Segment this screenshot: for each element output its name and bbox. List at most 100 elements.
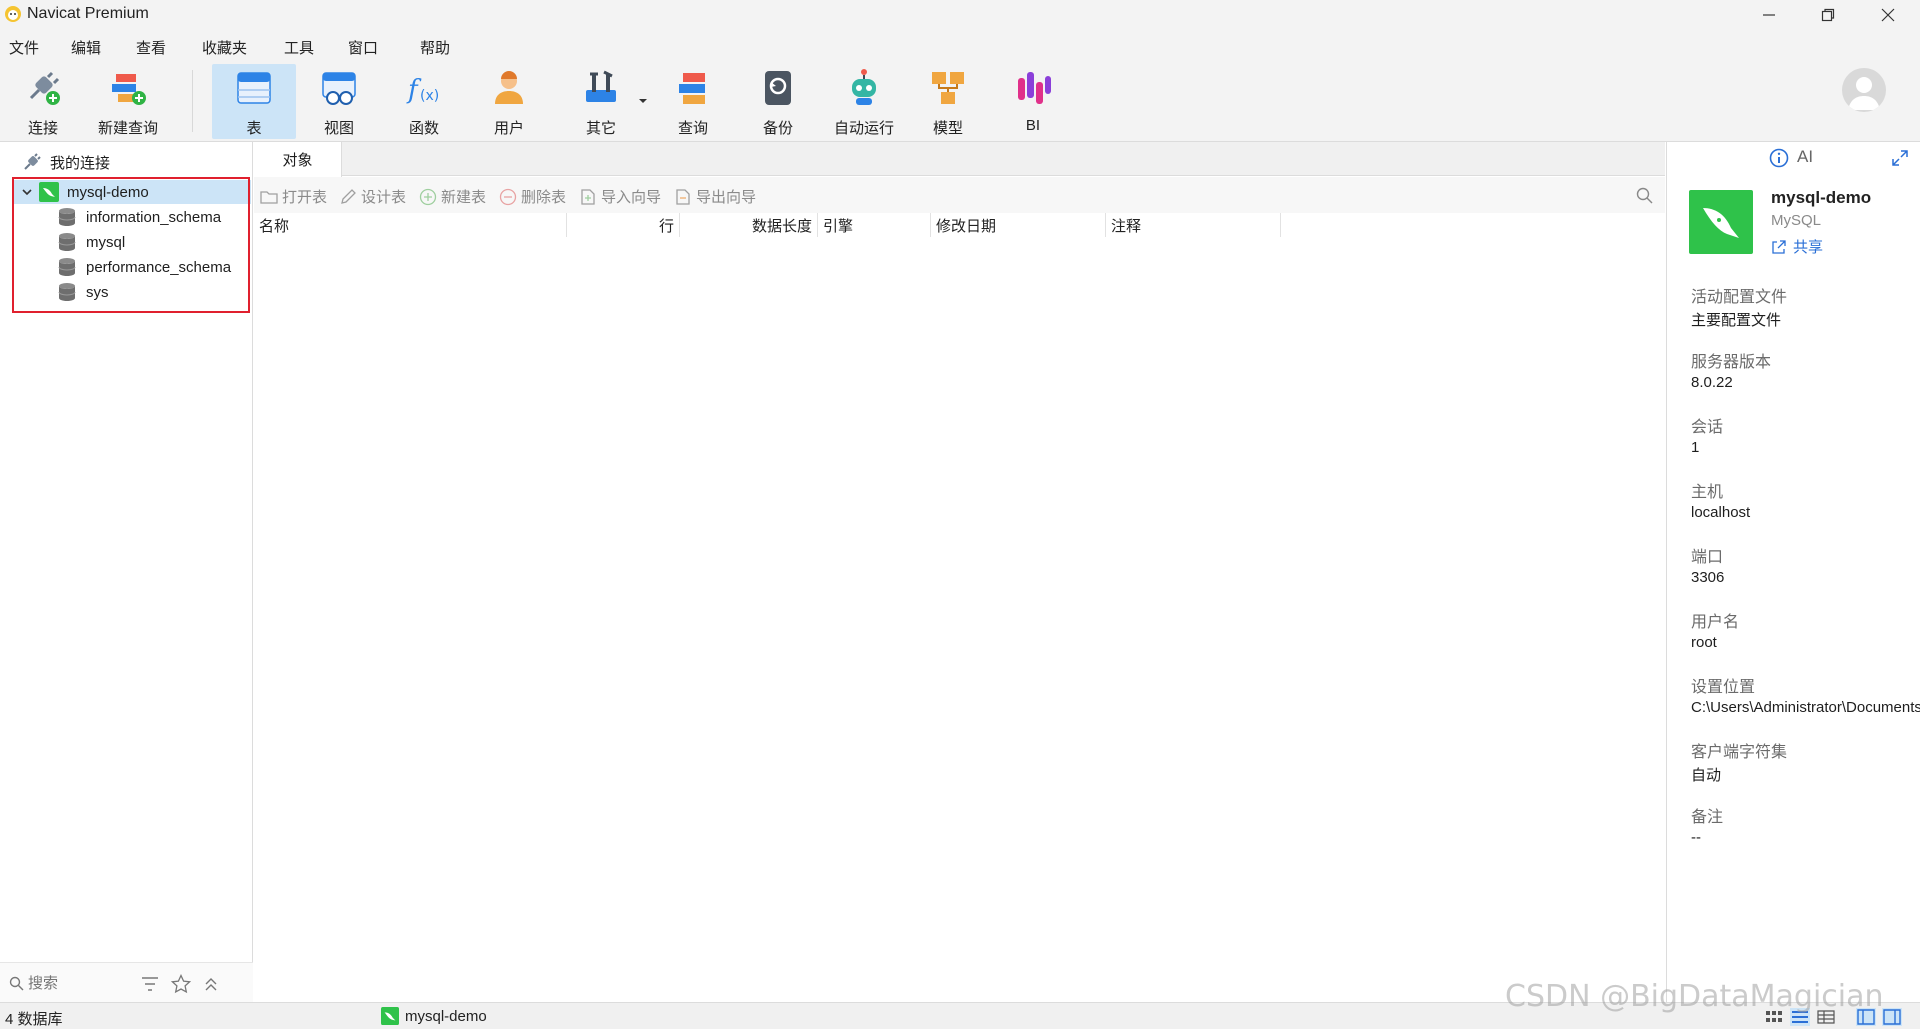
menu-view[interactable]: 查看 xyxy=(136,37,166,58)
restore-icon xyxy=(1821,8,1835,21)
minimize-button[interactable] xyxy=(1741,0,1797,29)
navigator-search-input[interactable] xyxy=(28,972,128,994)
pencil-icon xyxy=(341,188,356,204)
user-label: 用户 xyxy=(493,120,524,137)
ai-tab[interactable]: AI xyxy=(1797,147,1813,167)
field-value: C:\Users\Administrator\Documents xyxy=(1691,699,1920,716)
design-table-label: 设计表 xyxy=(361,189,407,206)
new-table-label: 新建表 xyxy=(441,189,487,206)
field-label: 客户端字符集 xyxy=(1691,744,1788,761)
view-label: 视图 xyxy=(323,120,354,137)
title-bar: Navicat Premium xyxy=(0,0,1920,29)
model-button[interactable]: 模型 xyxy=(915,64,981,139)
import-wizard-button[interactable]: 导入向导 xyxy=(579,186,661,207)
my-connections-group[interactable]: 我的连接 xyxy=(22,150,110,174)
mysql-logo xyxy=(1689,190,1753,254)
object-toolbar: 打开表 设计表 新建表 删除表 导入向导 导出向导 xyxy=(254,177,1665,213)
account-avatar[interactable] xyxy=(1842,68,1886,112)
user-button[interactable]: 用户 xyxy=(476,64,542,139)
tools-icon xyxy=(586,70,616,102)
delete-table-button[interactable]: 删除表 xyxy=(499,186,566,207)
close-button[interactable] xyxy=(1860,0,1916,29)
field-value: localhost xyxy=(1691,504,1751,521)
menu-tools[interactable]: 工具 xyxy=(284,37,314,58)
tab-strip: 对象 xyxy=(254,142,1665,177)
bi-button[interactable]: BI xyxy=(1000,64,1066,139)
bi-label: BI xyxy=(1025,117,1041,134)
export-wizard-button[interactable]: 导出向导 xyxy=(674,186,756,207)
field-label: 端口 xyxy=(1691,549,1724,566)
other-button[interactable]: 其它 xyxy=(568,64,634,139)
column-engine[interactable]: 引擎 xyxy=(818,213,931,237)
other-label: 其它 xyxy=(585,120,616,137)
query-button[interactable]: 查询 xyxy=(660,64,726,139)
column-rows[interactable]: 行 xyxy=(567,213,680,237)
status-connection-label: mysql-demo xyxy=(405,1007,487,1025)
tab-objects[interactable]: 对象 xyxy=(254,142,342,177)
import-icon xyxy=(581,188,595,205)
connect-label: 连接 xyxy=(27,120,58,137)
plug-icon xyxy=(29,71,60,105)
field-label: 活动配置文件 xyxy=(1691,289,1788,306)
new-table-button[interactable]: 新建表 xyxy=(419,186,486,207)
info-icon[interactable] xyxy=(1769,148,1789,168)
export-wizard-label: 导出向导 xyxy=(696,189,757,206)
menu-edit[interactable]: 编辑 xyxy=(71,37,101,58)
svg-text:(x): (x) xyxy=(420,88,439,104)
table-icon xyxy=(237,72,271,104)
column-name[interactable]: 名称 xyxy=(254,213,567,237)
function-button[interactable]: f (x) 函数 xyxy=(391,64,457,139)
field-label: 主机 xyxy=(1691,484,1724,501)
field-label: 会话 xyxy=(1691,419,1724,436)
column-data-length[interactable]: 数据长度 xyxy=(680,213,818,237)
table-label: 表 xyxy=(246,120,262,137)
menu-window[interactable]: 窗口 xyxy=(348,37,378,58)
toggle-right-pane-icon[interactable] xyxy=(1882,1008,1902,1026)
menu-help[interactable]: 帮助 xyxy=(420,37,450,58)
filter-icon[interactable] xyxy=(141,976,159,992)
search-icon xyxy=(9,976,24,991)
plug-icon xyxy=(24,153,41,170)
remove-circle-icon xyxy=(499,188,517,205)
table-button[interactable]: 表 xyxy=(212,64,296,139)
import-wizard-label: 导入向导 xyxy=(601,189,662,206)
add-circle-icon xyxy=(419,188,437,205)
search-icon[interactable] xyxy=(1636,187,1653,204)
field-value: root xyxy=(1691,634,1717,651)
other-dropdown-icon[interactable] xyxy=(638,97,648,105)
minimize-icon xyxy=(1763,13,1775,16)
open-table-button[interactable]: 打开表 xyxy=(260,186,327,207)
backup-icon xyxy=(765,71,791,105)
menu-favorites[interactable]: 收藏夹 xyxy=(202,37,247,58)
view-button[interactable]: 视图 xyxy=(306,64,372,139)
navicat-logo-icon xyxy=(5,6,21,22)
new-query-button[interactable]: 新建查询 xyxy=(92,64,164,139)
field-value: 3306 xyxy=(1691,569,1725,586)
avatar-icon xyxy=(1848,77,1880,110)
database-count: 4 数据库 xyxy=(5,1011,63,1028)
function-icon: f (x) xyxy=(406,75,439,105)
collapse-all-icon[interactable] xyxy=(203,976,219,992)
query-icon xyxy=(679,73,705,104)
status-connection: mysql-demo xyxy=(381,1007,487,1025)
menu-file[interactable]: 文件 xyxy=(9,37,39,58)
field-label: 设置位置 xyxy=(1691,679,1756,696)
watermark: CSDN @BigDataMagician xyxy=(1505,979,1884,1014)
automation-button[interactable]: 自动运行 xyxy=(829,64,899,139)
field-label: 备注 xyxy=(1691,809,1724,826)
connection-navigator: 我的连接 mysql-demo information_schema mysql… xyxy=(0,142,253,1002)
column-comment[interactable]: 注释 xyxy=(1106,213,1281,237)
design-table-button[interactable]: 设计表 xyxy=(339,186,406,207)
column-modified-date[interactable]: 修改日期 xyxy=(931,213,1106,237)
field-value: 自动 xyxy=(1691,767,1722,784)
backup-button[interactable]: 备份 xyxy=(745,64,811,139)
window-title: Navicat Premium xyxy=(27,5,149,22)
connect-button[interactable]: 连接 xyxy=(10,64,76,139)
model-icon xyxy=(932,72,964,104)
restore-button[interactable] xyxy=(1800,0,1856,29)
field-value: 主要配置文件 xyxy=(1691,312,1782,329)
star-icon[interactable] xyxy=(171,974,191,994)
expand-icon[interactable] xyxy=(1891,149,1909,167)
share-link[interactable]: 共享 xyxy=(1771,236,1823,257)
connection-title: mysql-demo xyxy=(1771,188,1872,207)
